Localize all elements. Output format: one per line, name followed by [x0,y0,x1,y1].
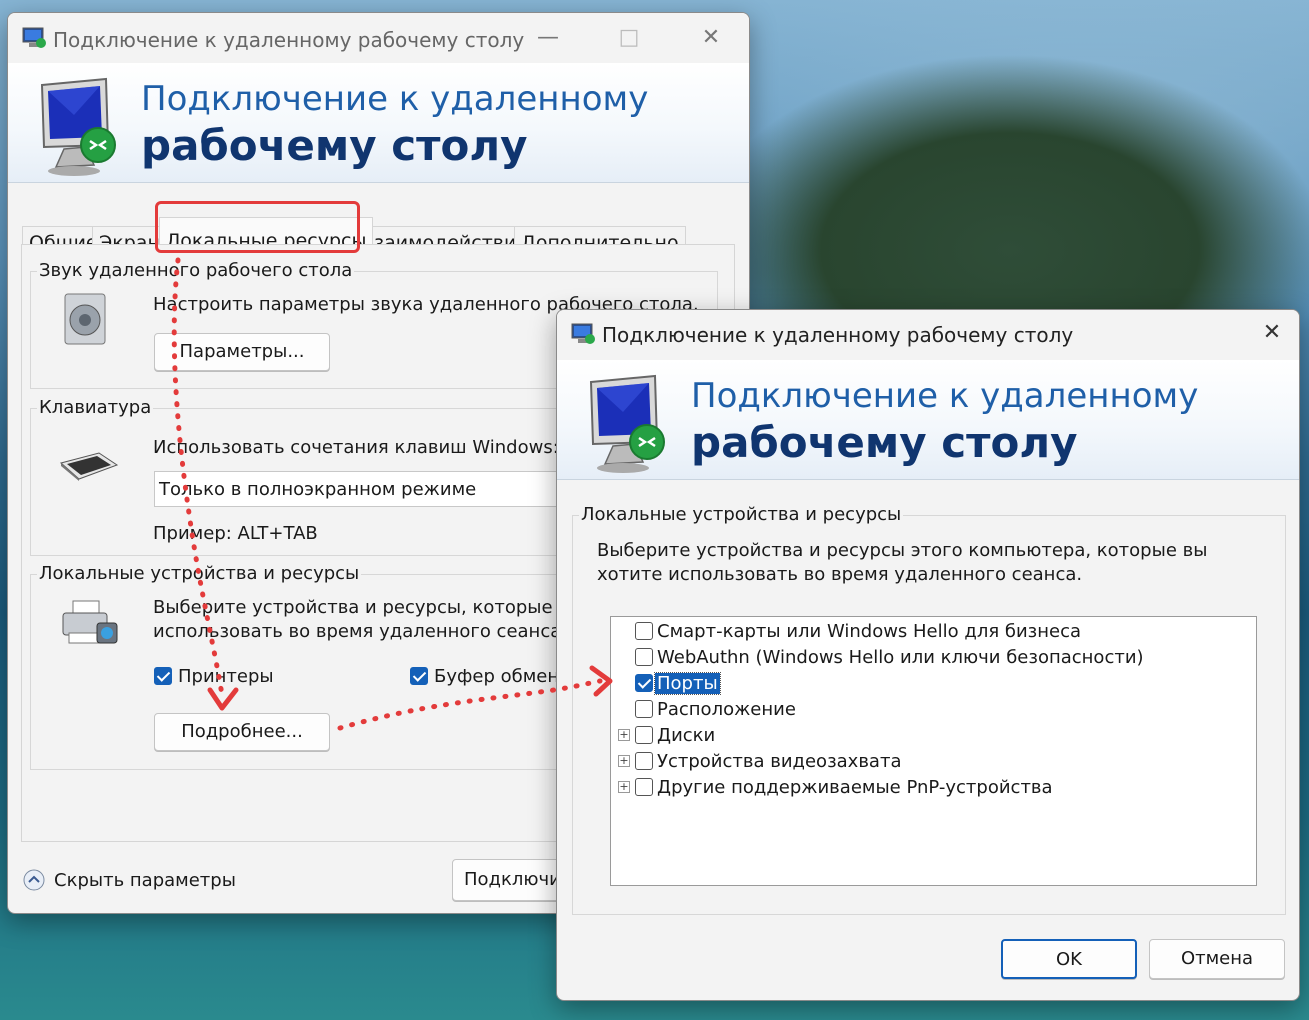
expand-pnp-devices-icon[interactable]: + [618,781,630,793]
devices-tree-list[interactable]: Смарт-карты или Windows Hello для бизнес… [610,616,1257,886]
printer-icon [62,600,118,644]
main-banner-title-line1: Подключение к удаленному [141,79,649,119]
dialog-close-icon[interactable]: ✕ [1257,320,1287,346]
more-button[interactable]: Подробнее... [154,713,330,751]
ports-label: Порты [654,672,721,695]
clipboard-checkbox[interactable] [410,667,428,685]
webauthn-checkbox[interactable] [635,648,653,666]
location-checkbox[interactable] [635,700,653,718]
dialog-description-line2: хотите использовать во время удаленного … [597,564,1083,585]
dialog-devices-group: Локальные устройства и ресурсы Выберите … [572,504,1286,915]
tree-item-pnp-devices[interactable]: + Другие поддерживаемые PnP-устройства [611,775,1251,801]
hide-params-link[interactable]: Скрыть параметры [54,870,236,891]
drives-checkbox[interactable] [635,726,653,744]
expand-video-capture-icon[interactable]: + [618,755,630,767]
dialog-titlebar: Подключение к удаленному рабочему столу … [557,310,1299,360]
dialog-group-title: Локальные устройства и ресурсы [579,504,904,525]
dialog-banner: Подключение к удаленному рабочему столу [557,360,1299,480]
collapse-arrow-icon[interactable] [22,868,46,892]
main-window-title: Подключение к удаленному рабочему столу [53,28,525,52]
webauthn-label: WebAuthn (Windows Hello или ключи безопа… [657,647,1144,668]
printers-label: Принтеры [178,666,274,687]
dialog-rdp-app-icon [571,323,595,344]
local-devices-group-title: Локальные устройства и ресурсы [37,563,362,584]
sound-group-title: Звук удаленного рабочего стола [37,260,355,281]
main-banner: Подключение к удаленному рабочему столу [8,63,749,183]
local-devices-dialog: Подключение к удаленному рабочему столу … [556,309,1300,1001]
pnp-devices-checkbox[interactable] [635,778,653,796]
printers-checkbox[interactable] [154,667,172,685]
expand-drives-icon[interactable]: + [618,729,630,741]
cancel-button[interactable]: Отмена [1149,939,1285,979]
clipboard-label: Буфер обмена [434,666,571,687]
tree-item-webauthn[interactable]: WebAuthn (Windows Hello или ключи безопа… [611,645,1251,671]
rdp-app-icon [22,27,46,48]
keyboard-example: Пример: ALT+TAB [153,523,318,544]
pnp-devices-label: Другие поддерживаемые PnP-устройства [657,777,1053,798]
smartcards-checkbox[interactable] [635,622,653,640]
main-titlebar: Подключение к удаленному рабочему столу … [8,13,749,63]
dialog-description-line1: Выберите устройства и ресурсы этого комп… [597,540,1208,561]
sound-params-button[interactable]: Параметры... [154,333,330,371]
keyboard-mode-select[interactable]: Только в полноэкранном режиме [154,471,574,507]
tree-item-drives[interactable]: + Диски [611,723,1251,749]
smartcards-label: Смарт-карты или Windows Hello для бизнес… [657,621,1082,642]
dialog-banner-title-line1: Подключение к удаленному [691,376,1199,416]
minimize-icon[interactable]: — [533,25,563,51]
monitor-icon [40,77,116,176]
keyboard-group-title: Клавиатура [37,397,154,418]
tree-item-location[interactable]: Расположение [611,697,1251,723]
speaker-icon [64,293,106,345]
drives-label: Диски [657,725,716,746]
keyboard-icon [59,452,119,481]
ok-button[interactable]: OK [1001,939,1137,979]
dialog-title: Подключение к удаленному рабочему столу [602,323,1074,347]
video-capture-label: Устройства видеозахвата [657,751,902,772]
ports-checkbox[interactable] [635,674,653,692]
tab-highlight-annotation [155,201,360,253]
tree-item-ports[interactable]: Порты [611,671,1251,697]
keyboard-description: Использовать сочетания клавиш Windows: [153,437,559,458]
local-description-line1: Выберите устройства и ресурсы, которые в… [153,597,584,618]
close-icon[interactable]: ✕ [696,25,726,51]
local-description-line2: использовать во время удаленного сеанса. [153,621,567,642]
dialog-monitor-icon [589,374,665,473]
dialog-banner-title-line2: рабочему столу [691,418,1078,467]
tree-item-smartcards[interactable]: Смарт-карты или Windows Hello для бизнес… [611,619,1251,645]
tree-item-video-capture[interactable]: + Устройства видеозахвата [611,749,1251,775]
maximize-icon[interactable]: □ [614,25,644,51]
main-banner-title-line2: рабочему столу [141,121,528,170]
video-capture-checkbox[interactable] [635,752,653,770]
location-label: Расположение [657,699,796,720]
